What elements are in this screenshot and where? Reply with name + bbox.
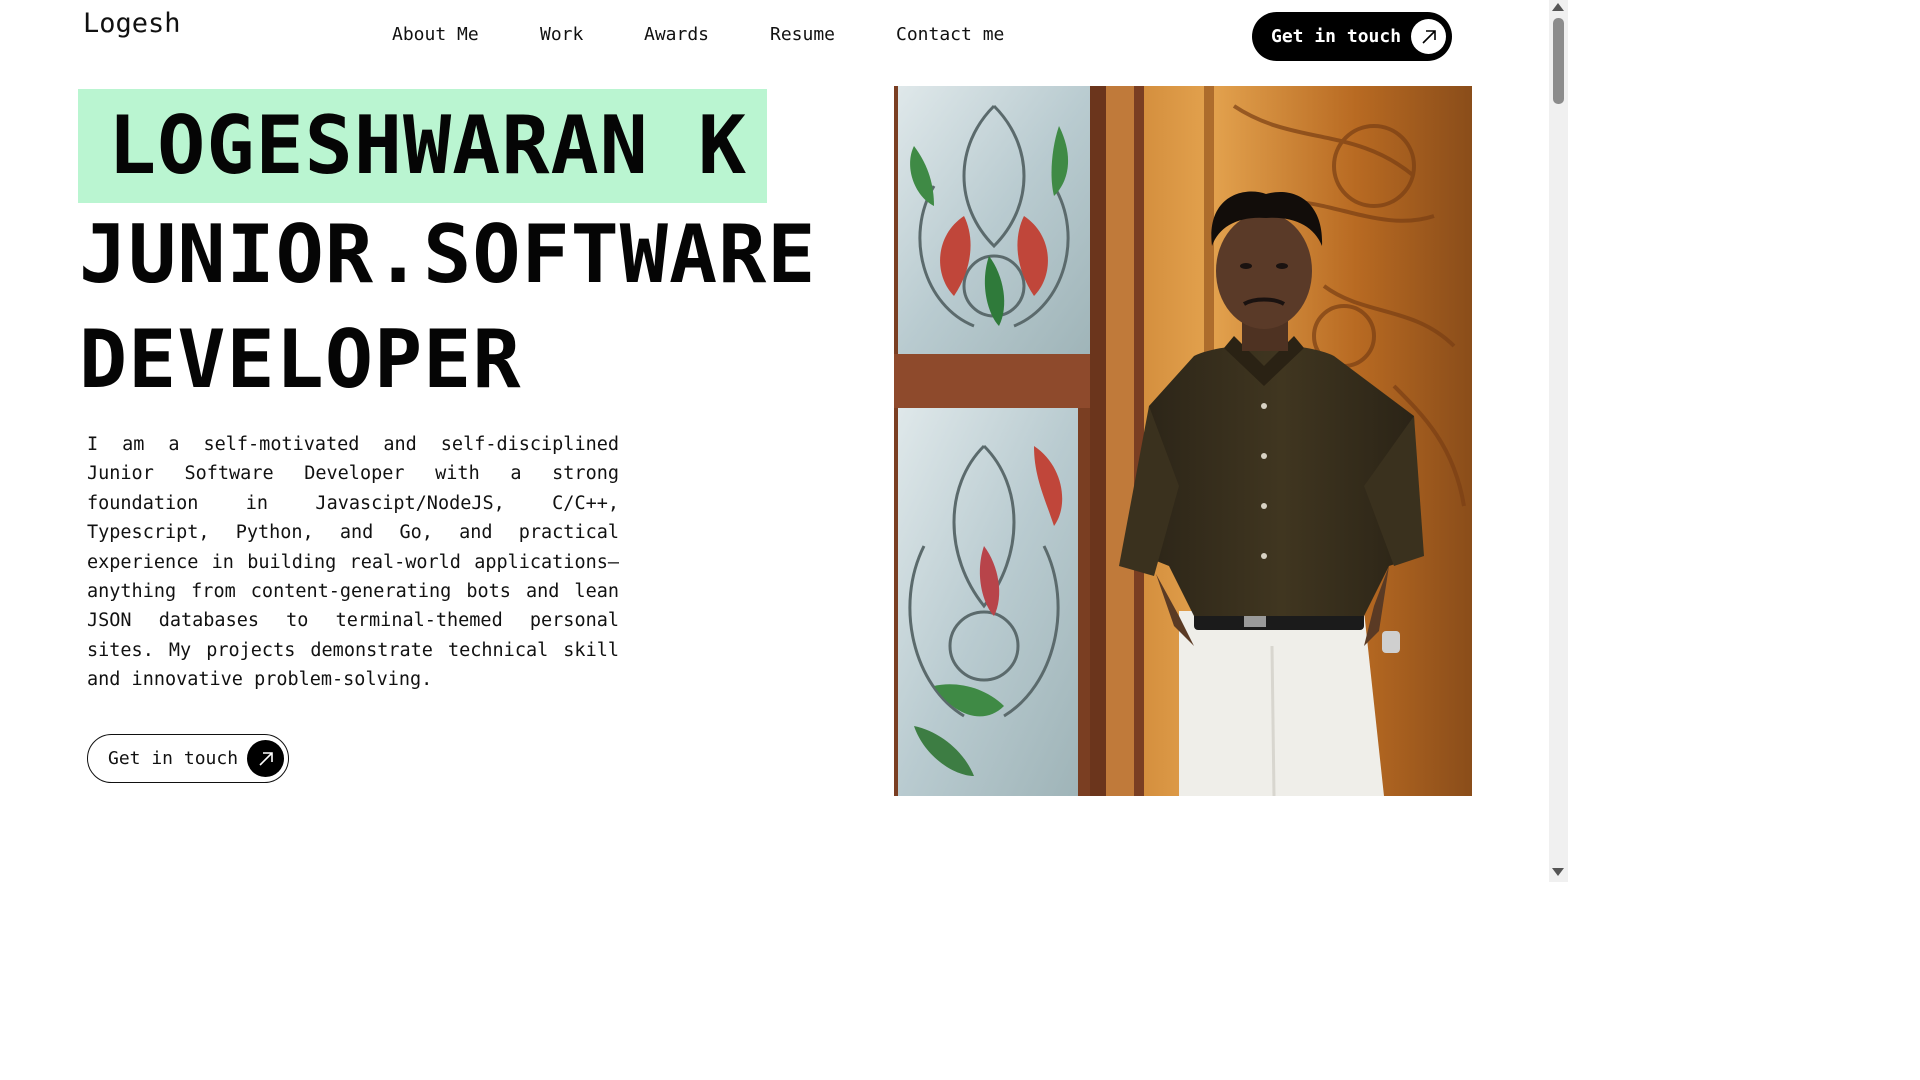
hero-get-in-touch-button[interactable]: Get in touch xyxy=(87,734,289,783)
nav-resume[interactable]: Resume xyxy=(770,24,835,45)
profile-photo xyxy=(894,86,1472,796)
scrollbar-thumb[interactable] xyxy=(1553,18,1564,104)
hero-role-line1: JUNIOR.SOFTWARE xyxy=(79,208,817,301)
hero-cta-label: Get in touch xyxy=(108,748,239,769)
scroll-down-arrow-icon[interactable] xyxy=(1552,868,1564,876)
hero-bio: I am a self-motivated and self-disciplin… xyxy=(87,434,619,691)
arrow-up-right-icon xyxy=(1411,19,1446,54)
arrow-up-right-icon xyxy=(247,740,284,777)
header-get-in-touch-button[interactable]: Get in touch xyxy=(1252,12,1452,61)
scroll-up-arrow-icon[interactable] xyxy=(1552,3,1564,11)
nav-work[interactable]: Work xyxy=(540,24,583,45)
nav-about-me[interactable]: About Me xyxy=(392,24,479,45)
hero-name: LOGESHWARAN K xyxy=(108,99,748,192)
page-scrollbar[interactable] xyxy=(1549,0,1568,882)
nav-contact-me[interactable]: Contact me xyxy=(896,24,1004,45)
nav-awards[interactable]: Awards xyxy=(644,24,709,45)
hero-role-line2: DEVELOPER xyxy=(79,313,522,406)
header-cta-label: Get in touch xyxy=(1271,26,1402,47)
site-logo[interactable]: Logesh xyxy=(83,8,181,39)
